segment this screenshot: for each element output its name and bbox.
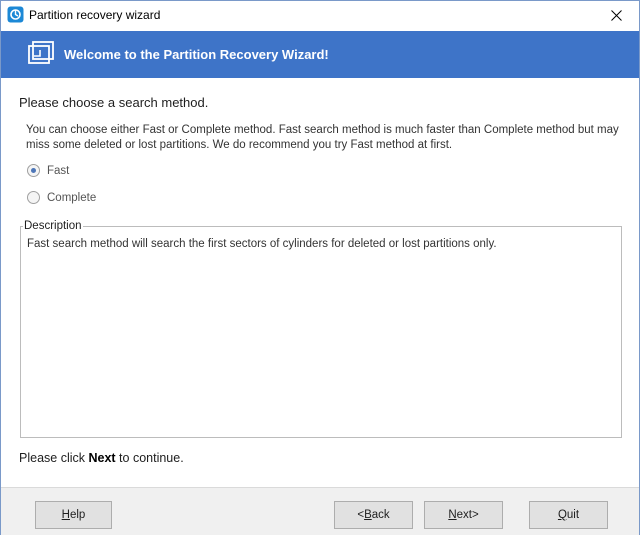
instruction-text: You can choose either Fast or Complete m… xyxy=(26,124,619,151)
continue-hint-suffix: to continue. xyxy=(115,451,184,465)
radio-fast[interactable]: Fast xyxy=(27,164,69,177)
help-mnemonic: H xyxy=(61,509,70,521)
help-label-rest: elp xyxy=(69,509,86,521)
button-bar: Help < Back Next> Quit xyxy=(1,487,639,535)
wizard-content: Please choose a search method. You can c… xyxy=(1,78,639,484)
next-label-rest: ext> xyxy=(456,509,479,521)
radio-complete[interactable]: Complete xyxy=(27,191,96,204)
radio-fast-indicator[interactable] xyxy=(27,164,40,177)
quit-mnemonic: Q xyxy=(557,509,567,521)
banner-title: Welcome to the Partition Recovery Wizard… xyxy=(64,47,329,62)
close-icon xyxy=(610,10,622,21)
window-title: Partition recovery wizard xyxy=(29,8,161,22)
title-bar: Partition recovery wizard xyxy=(1,1,639,30)
description-group: Description Fast search method will sear… xyxy=(20,220,622,438)
continue-hint-next: Next xyxy=(88,451,116,465)
description-text: Fast search method will search the first… xyxy=(27,238,497,250)
back-mnemonic: B xyxy=(364,509,372,521)
back-label-prefix: < xyxy=(357,509,365,521)
continue-hint-prefix: Please click xyxy=(19,451,89,465)
radio-complete-label: Complete xyxy=(47,191,97,204)
continue-hint: Please click Next to continue. xyxy=(19,451,184,465)
page-heading: Please choose a search method. xyxy=(19,95,209,110)
app-recovery-icon xyxy=(7,6,24,23)
radio-fast-label: Fast xyxy=(47,164,70,177)
next-button[interactable]: Next> xyxy=(424,501,503,529)
wizard-banner: Welcome to the Partition Recovery Wizard… xyxy=(1,31,639,78)
radio-complete-indicator[interactable] xyxy=(27,191,40,204)
help-button[interactable]: Help xyxy=(35,501,112,529)
quit-button[interactable]: Quit xyxy=(529,501,608,529)
quit-label-rest: uit xyxy=(566,509,580,521)
wizard-window-icon xyxy=(28,41,54,65)
next-mnemonic: N xyxy=(448,509,457,521)
back-button[interactable]: < Back xyxy=(334,501,413,529)
wizard-window: Partition recovery wizard Welcome to the… xyxy=(0,0,640,535)
back-label-rest: ack xyxy=(371,509,390,521)
close-button[interactable] xyxy=(593,1,639,30)
description-legend: Description xyxy=(23,220,83,232)
